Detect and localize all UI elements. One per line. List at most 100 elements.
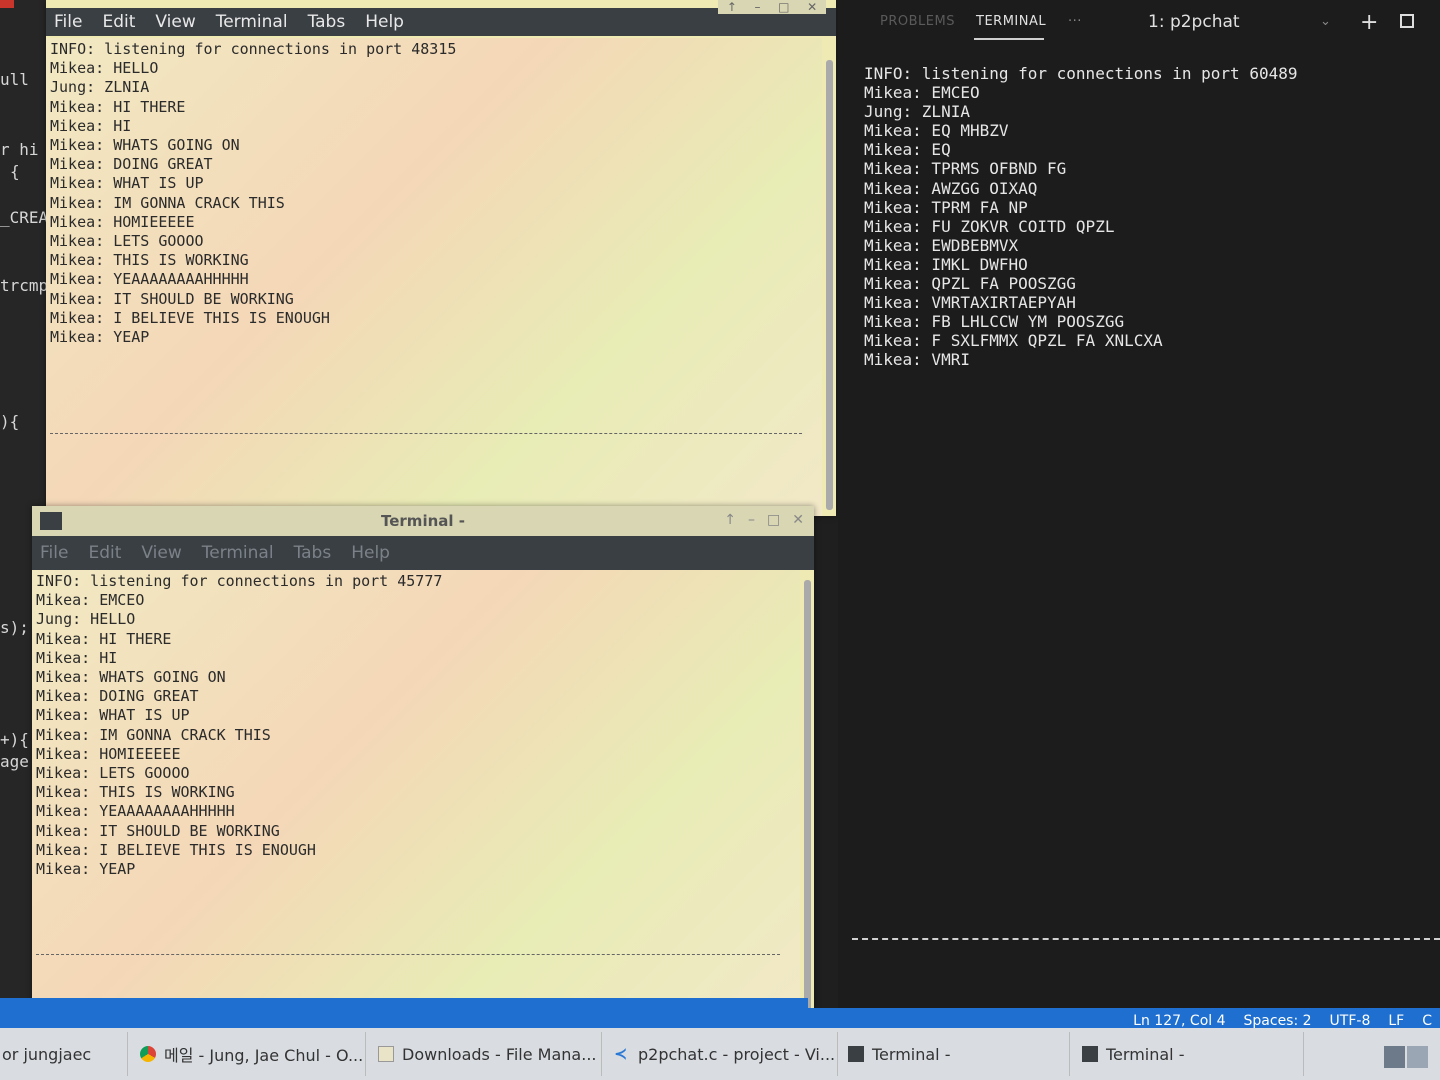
menu-tabs[interactable]: Tabs (294, 543, 332, 563)
terminal-line: Mikea: HI THERE (36, 629, 172, 648)
terminal-line: Mikea: LETS GOOOO (36, 764, 190, 783)
menu-terminal[interactable]: Terminal (202, 543, 274, 563)
menu-edit[interactable]: Edit (88, 543, 121, 563)
terminal-line: Mikea: F SXLFMMX QPZL FA XNLCXA (864, 331, 1163, 351)
panel-tabs: PROBLEMS TERMINAL ··· 1: p2pchat ⌄ + (838, 0, 1440, 50)
chrome-icon (140, 1046, 156, 1062)
code-fragment: r hi (0, 140, 39, 159)
taskbar-item-label: p2pchat.c - project - Vi... (638, 1044, 836, 1064)
window-title: Terminal - (381, 512, 465, 530)
terminal-line: Mikea: YEAAAAAAAAHHHHH (36, 802, 235, 821)
taskbar-item-terminal-2[interactable]: Terminal - (1074, 1032, 1304, 1076)
maximize-icon[interactable]: □ (778, 0, 789, 14)
terminal-line: Mikea: I BELIEVE THIS IS ENOUGH (50, 308, 330, 327)
cursor-position[interactable]: Ln 127, Col 4 (1133, 1013, 1225, 1029)
terminal-icon (848, 1046, 864, 1062)
taskbar-item-label: Terminal - (1106, 1044, 1185, 1064)
taskbar-item-label: or jungjaec (2, 1044, 92, 1064)
tab-terminal[interactable]: TERMINAL (976, 14, 1046, 29)
terminal-line: Mikea: YEAP (36, 860, 136, 879)
taskbar-item-browser[interactable]: 메일 - Jung, Jae Chul - O... (132, 1032, 366, 1076)
menu-tabs[interactable]: Tabs (308, 12, 346, 32)
menu-help[interactable]: Help (365, 12, 404, 32)
terminal-line: INFO: listening for connections in port … (864, 64, 1298, 83)
menu-view[interactable]: View (155, 12, 195, 32)
menu-terminal[interactable]: Terminal (216, 12, 288, 32)
terminal-window-top[interactable]: File Edit View Terminal Tabs Help ↑ – □ … (46, 0, 836, 516)
terminal-line: Mikea: DOING GREAT (50, 155, 213, 174)
input-separator (50, 433, 802, 434)
taskbar-item-terminal-1[interactable]: Terminal - (840, 1032, 1070, 1076)
workspace-switcher-icon[interactable] (1384, 1046, 1428, 1068)
taskbar: or jungjaec 메일 - Jung, Jae Chul - O... D… (0, 1028, 1440, 1080)
indentation[interactable]: Spaces: 2 (1244, 1013, 1312, 1029)
line-ending[interactable]: LF (1388, 1013, 1404, 1029)
terminal-line: Mikea: WHAT IS UP (36, 706, 190, 725)
maximize-icon[interactable]: □ (767, 512, 780, 528)
terminal-line: Mikea: TPRMS OFBND FG (864, 159, 1067, 179)
menu-file[interactable]: File (54, 12, 82, 32)
status-bar-left (0, 998, 808, 1028)
terminal-line: Mikea: AWZGG OIXAQ (864, 178, 1038, 198)
terminal-line: Mikea: YEAP (50, 328, 150, 347)
minimize-icon[interactable]: – (748, 512, 755, 528)
window-up-icon[interactable]: ↑ (724, 512, 736, 528)
encoding[interactable]: UTF-8 (1330, 1013, 1371, 1029)
terminal-line: Mikea: IM GONNA CRACK THIS (50, 193, 285, 212)
menu-help[interactable]: Help (351, 543, 390, 563)
terminal-line: Mikea: WHATS GOING ON (36, 668, 226, 687)
terminal-line: Mikea: LETS GOOOO (50, 232, 204, 251)
terminal-line: Mikea: HI THERE (50, 97, 186, 116)
vscode-terminal-panel: PROBLEMS TERMINAL ··· 1: p2pchat ⌄ + INF… (838, 0, 1440, 1010)
terminal-line: Mikea: IM GONNA CRACK THIS (36, 725, 271, 744)
terminal-output[interactable]: INFO: listening for connections in port … (32, 570, 800, 1028)
taskbar-item-file-manager[interactable]: Downloads - File Mana... (370, 1032, 602, 1076)
terminal-line: Mikea: IT SHOULD BE WORKING (50, 289, 294, 308)
terminal-line: Jung: ZLNIA (50, 78, 150, 97)
menu-view[interactable]: View (141, 543, 181, 563)
terminal-line: Mikea: VMRTAXIRTAEPYAH (864, 293, 1076, 313)
window-up-icon[interactable]: ↑ (727, 0, 737, 14)
terminal-line: Mikea: FU ZOKVR COITD QPZL (864, 216, 1115, 236)
terminal-line: Mikea: HI (50, 116, 132, 135)
terminal-icon (1082, 1046, 1098, 1062)
tab-problems[interactable]: PROBLEMS (880, 14, 955, 29)
terminal-window-bottom[interactable]: Terminal - ↑ – □ ✕ File Edit View Termin… (32, 506, 814, 1028)
terminal-line: Mikea: THIS IS WORKING (36, 783, 235, 802)
scrollbar[interactable] (804, 580, 811, 1020)
terminal-output[interactable]: INFO: listening for connections in port … (46, 38, 822, 516)
close-icon[interactable]: ✕ (807, 0, 817, 14)
terminal-line: Mikea: TPRM FA NP (864, 197, 1028, 217)
terminal-line: Mikea: IT SHOULD BE WORKING (36, 821, 280, 840)
terminal-line: Mikea: EMCEO (864, 83, 980, 103)
active-tab-indicator (974, 38, 1044, 40)
taskbar-item-vscode[interactable]: ≺ p2pchat.c - project - Vi... (606, 1032, 838, 1076)
taskbar-item-label: Terminal - (872, 1044, 951, 1064)
terminal-line: Mikea: EQ (864, 140, 951, 160)
code-fragment: s); (0, 618, 29, 637)
terminal-line: Mikea: THIS IS WORKING (50, 251, 249, 270)
chevron-down-icon[interactable]: ⌄ (1320, 14, 1331, 29)
terminal-line: Mikea: EWDBEBMVX (864, 235, 1019, 255)
code-fragment: trcmp (0, 276, 48, 295)
split-terminal-icon[interactable] (1400, 14, 1414, 28)
terminal-titlebar[interactable]: Terminal - ↑ – □ ✕ (32, 506, 814, 536)
app-logo (0, 0, 14, 8)
terminal-line: Mikea: I BELIEVE THIS IS ENOUGH (36, 840, 316, 859)
scrollbar[interactable] (826, 60, 833, 510)
vscode-terminal-output[interactable]: INFO: listening for connections in port … (864, 64, 1297, 370)
taskbar-item-label: Downloads - File Mana... (402, 1044, 597, 1064)
input-separator (36, 954, 780, 955)
terminal-select[interactable]: 1: p2pchat (1148, 12, 1240, 32)
language-mode[interactable]: C (1422, 1013, 1432, 1029)
minimize-icon[interactable]: – (755, 0, 761, 14)
terminal-menubar: File Edit View Terminal Tabs Help (32, 536, 814, 570)
more-actions-icon[interactable]: ··· (1068, 14, 1082, 29)
terminal-line: Mikea: HOMIEEEEE (36, 744, 181, 763)
menu-edit[interactable]: Edit (102, 12, 135, 32)
menu-file[interactable]: File (40, 543, 68, 563)
close-icon[interactable]: ✕ (792, 512, 804, 528)
window-controls: ↑ – □ ✕ (724, 512, 804, 528)
add-terminal-icon[interactable]: + (1360, 10, 1379, 35)
taskbar-item-user[interactable]: or jungjaec (0, 1032, 128, 1076)
